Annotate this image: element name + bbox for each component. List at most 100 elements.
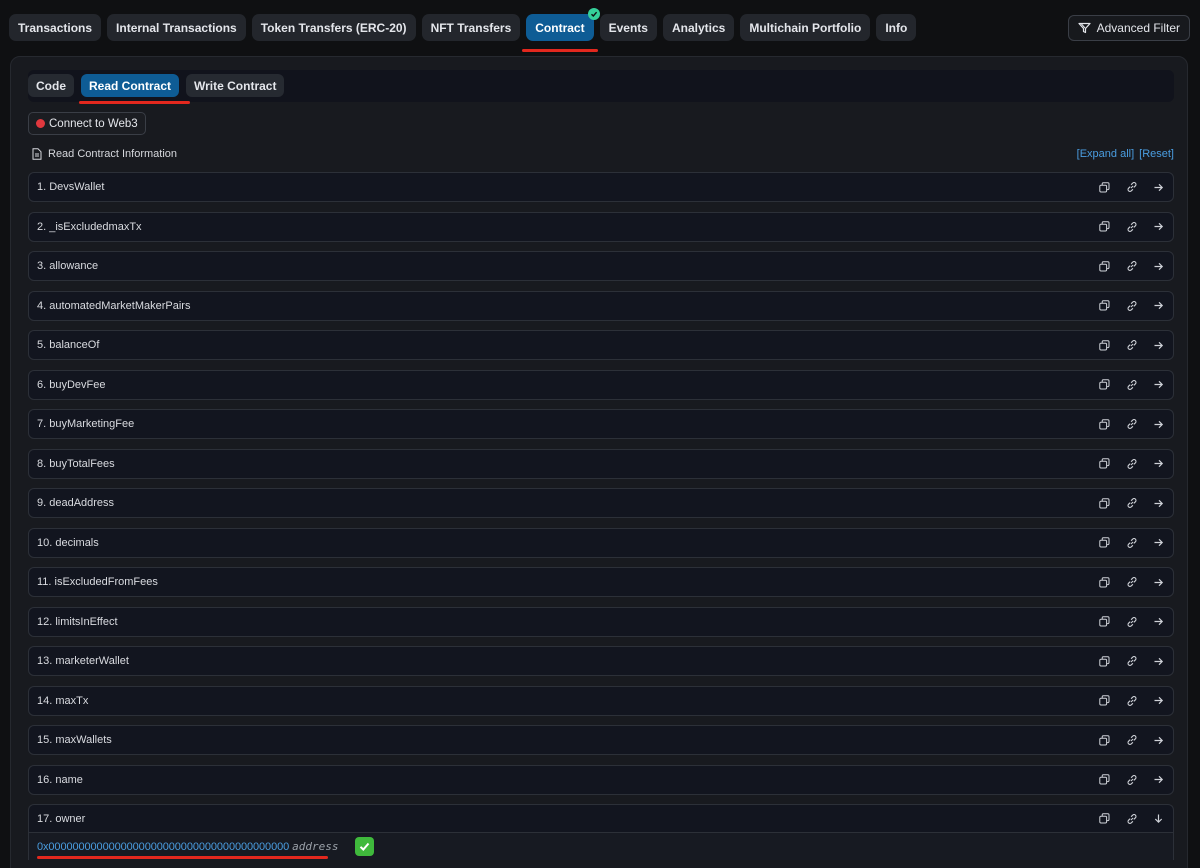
arrow-right-icon[interactable] bbox=[1152, 655, 1165, 668]
function-row-header[interactable]: 17. owner bbox=[29, 805, 1173, 834]
link-icon[interactable] bbox=[1125, 694, 1138, 707]
read-contract-info-row: Read Contract Information [Expand all] [… bbox=[30, 146, 1174, 162]
function-row[interactable]: 7. buyMarketingFee bbox=[28, 409, 1174, 439]
arrow-right-icon[interactable] bbox=[1152, 220, 1165, 233]
arrow-right-icon[interactable] bbox=[1152, 773, 1165, 786]
link-icon[interactable] bbox=[1125, 418, 1138, 431]
arrow-right-icon[interactable] bbox=[1152, 181, 1165, 194]
arrow-right-icon[interactable] bbox=[1152, 378, 1165, 391]
tab-events[interactable]: Events bbox=[599, 14, 657, 41]
link-icon[interactable] bbox=[1125, 655, 1138, 668]
link-icon[interactable] bbox=[1125, 497, 1138, 510]
arrow-right-icon[interactable] bbox=[1152, 260, 1165, 273]
arrow-right-icon[interactable] bbox=[1152, 694, 1165, 707]
tab-transactions[interactable]: Transactions bbox=[9, 14, 102, 41]
function-row[interactable]: 11. isExcludedFromFees bbox=[28, 567, 1174, 597]
link-icon[interactable] bbox=[1125, 734, 1138, 747]
function-name: 6. buyDevFee bbox=[37, 378, 106, 391]
subtab-label: Write Contract bbox=[194, 78, 277, 93]
tab-token-transfers[interactable]: Token Transfers (ERC-20) bbox=[251, 14, 416, 41]
read-contract-info-title: Read Contract Information bbox=[48, 148, 178, 160]
copy-icon[interactable] bbox=[1098, 734, 1111, 747]
arrow-right-icon[interactable] bbox=[1152, 734, 1165, 747]
copy-icon[interactable] bbox=[1098, 378, 1111, 391]
tab-label: Internal Transactions bbox=[116, 20, 237, 35]
connect-web3-button[interactable]: Connect to Web3 bbox=[28, 112, 146, 135]
copy-icon[interactable] bbox=[1098, 773, 1111, 786]
copy-icon[interactable] bbox=[1098, 812, 1111, 825]
function-name: 11. isExcludedFromFees bbox=[37, 576, 158, 588]
tab-internal-transactions[interactable]: Internal Transactions bbox=[107, 14, 246, 41]
advanced-filter-button[interactable]: Advanced Filter bbox=[1067, 15, 1190, 41]
link-icon[interactable] bbox=[1125, 773, 1138, 786]
link-icon[interactable] bbox=[1125, 339, 1138, 352]
function-row[interactable]: 3. allowance bbox=[28, 251, 1174, 281]
tab-analytics[interactable]: Analytics bbox=[662, 14, 735, 41]
arrow-right-icon[interactable] bbox=[1152, 497, 1165, 510]
tab-contract[interactable]: Contract bbox=[522, 8, 600, 52]
function-actions bbox=[1098, 694, 1165, 707]
link-icon[interactable] bbox=[1125, 299, 1138, 312]
function-name: 3. allowance bbox=[37, 260, 99, 272]
copy-icon[interactable] bbox=[1098, 418, 1111, 431]
subtab-write-contract[interactable]: Write Contract bbox=[186, 74, 285, 97]
function-row[interactable]: 6. buyDevFee bbox=[28, 369, 1174, 400]
function-row[interactable]: 5. balanceOf bbox=[28, 330, 1174, 360]
function-row[interactable]: 9. deadAddress bbox=[28, 488, 1174, 518]
copy-icon[interactable] bbox=[1098, 299, 1111, 312]
owner-address-link[interactable]: 0x00000000000000000000000000000000000000… bbox=[37, 841, 289, 853]
function-row[interactable]: 1. DevsWallet bbox=[28, 172, 1174, 202]
expand-all-link[interactable]: [Expand all] bbox=[1077, 148, 1134, 160]
copy-icon[interactable] bbox=[1098, 536, 1111, 549]
function-row[interactable]: 14. maxTx bbox=[28, 685, 1174, 716]
link-icon[interactable] bbox=[1125, 181, 1138, 194]
function-row[interactable]: 8. buyTotalFees bbox=[28, 448, 1174, 479]
active-tab-highlight bbox=[522, 49, 598, 52]
result-highlight bbox=[37, 856, 328, 860]
subtab-code[interactable]: Code bbox=[28, 74, 74, 97]
copy-icon[interactable] bbox=[1098, 694, 1111, 707]
reset-link[interactable]: [Reset] bbox=[1139, 148, 1174, 160]
connect-web3-label: Connect to Web3 bbox=[49, 117, 138, 130]
tab-info[interactable]: Info bbox=[876, 14, 917, 41]
copy-icon[interactable] bbox=[1098, 655, 1111, 668]
arrow-right-icon[interactable] bbox=[1152, 615, 1165, 628]
function-name: 15. maxWallets bbox=[37, 734, 112, 746]
copy-icon[interactable] bbox=[1098, 576, 1111, 589]
tab-nft-transfers[interactable]: NFT Transfers bbox=[421, 14, 521, 41]
function-row[interactable]: 15. maxWallets bbox=[28, 725, 1174, 755]
subtab-read-contract[interactable]: Read Contract bbox=[79, 74, 191, 104]
arrow-right-icon[interactable] bbox=[1152, 576, 1165, 589]
function-row[interactable]: 2. _isExcludedmaxTx bbox=[28, 211, 1174, 242]
function-row[interactable]: 13. marketerWallet bbox=[28, 646, 1174, 676]
link-icon[interactable] bbox=[1125, 812, 1138, 825]
function-row[interactable]: 10. decimals bbox=[28, 527, 1174, 558]
link-icon[interactable] bbox=[1125, 615, 1138, 628]
arrow-right-icon[interactable] bbox=[1152, 457, 1165, 470]
copy-icon[interactable] bbox=[1098, 457, 1111, 470]
link-icon[interactable] bbox=[1125, 220, 1138, 233]
tab-multichain-portfolio[interactable]: Multichain Portfolio bbox=[740, 14, 871, 41]
arrow-down-icon[interactable] bbox=[1152, 812, 1165, 825]
function-row[interactable]: 12. limitsInEffect bbox=[28, 606, 1174, 637]
function-row[interactable]: 16. name bbox=[28, 764, 1174, 795]
copy-icon[interactable] bbox=[1098, 339, 1111, 352]
arrow-right-icon[interactable] bbox=[1152, 299, 1165, 312]
link-icon[interactable] bbox=[1125, 536, 1138, 549]
copy-icon[interactable] bbox=[1098, 615, 1111, 628]
arrow-right-icon[interactable] bbox=[1152, 536, 1165, 549]
tab-label: Contract bbox=[535, 20, 585, 35]
function-actions bbox=[1098, 497, 1165, 510]
link-icon[interactable] bbox=[1125, 260, 1138, 273]
link-icon[interactable] bbox=[1125, 457, 1138, 470]
copy-icon[interactable] bbox=[1098, 260, 1111, 273]
link-icon[interactable] bbox=[1125, 378, 1138, 391]
copy-icon[interactable] bbox=[1098, 220, 1111, 233]
arrow-right-icon[interactable] bbox=[1152, 339, 1165, 352]
arrow-right-icon[interactable] bbox=[1152, 418, 1165, 431]
function-row-expanded[interactable]: 17. owner 0x00000000000000000000000000000… bbox=[28, 804, 1174, 860]
link-icon[interactable] bbox=[1125, 576, 1138, 589]
copy-icon[interactable] bbox=[1098, 497, 1111, 510]
function-row[interactable]: 4. automatedMarketMakerPairs bbox=[28, 290, 1174, 321]
copy-icon[interactable] bbox=[1098, 181, 1111, 194]
